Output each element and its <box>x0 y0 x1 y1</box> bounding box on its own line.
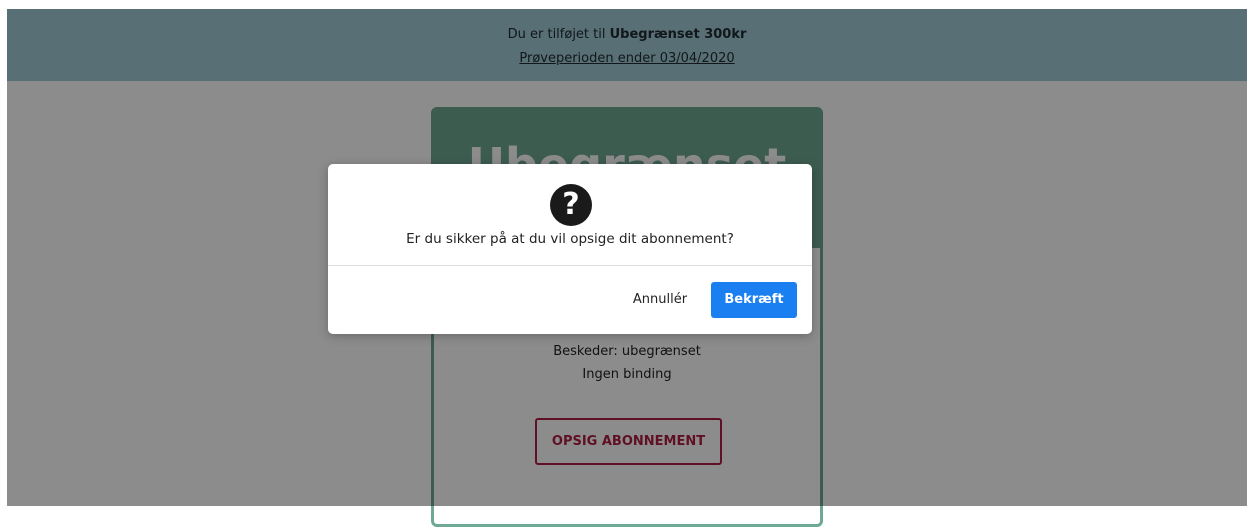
dialog-message: Er du sikker på at du vil opsige dit abo… <box>406 231 734 247</box>
cancel-button[interactable]: Annullér <box>620 282 700 317</box>
confirm-button[interactable]: Bekræft <box>711 282 797 318</box>
page: Du er tilføjet til Ubegrænset 300kr Prøv… <box>0 0 1247 527</box>
question-circle-icon: ? <box>550 184 592 226</box>
dialog-divider <box>328 265 812 266</box>
confirm-dialog: ? Er du sikker på at du vil opsige dit a… <box>328 164 812 334</box>
